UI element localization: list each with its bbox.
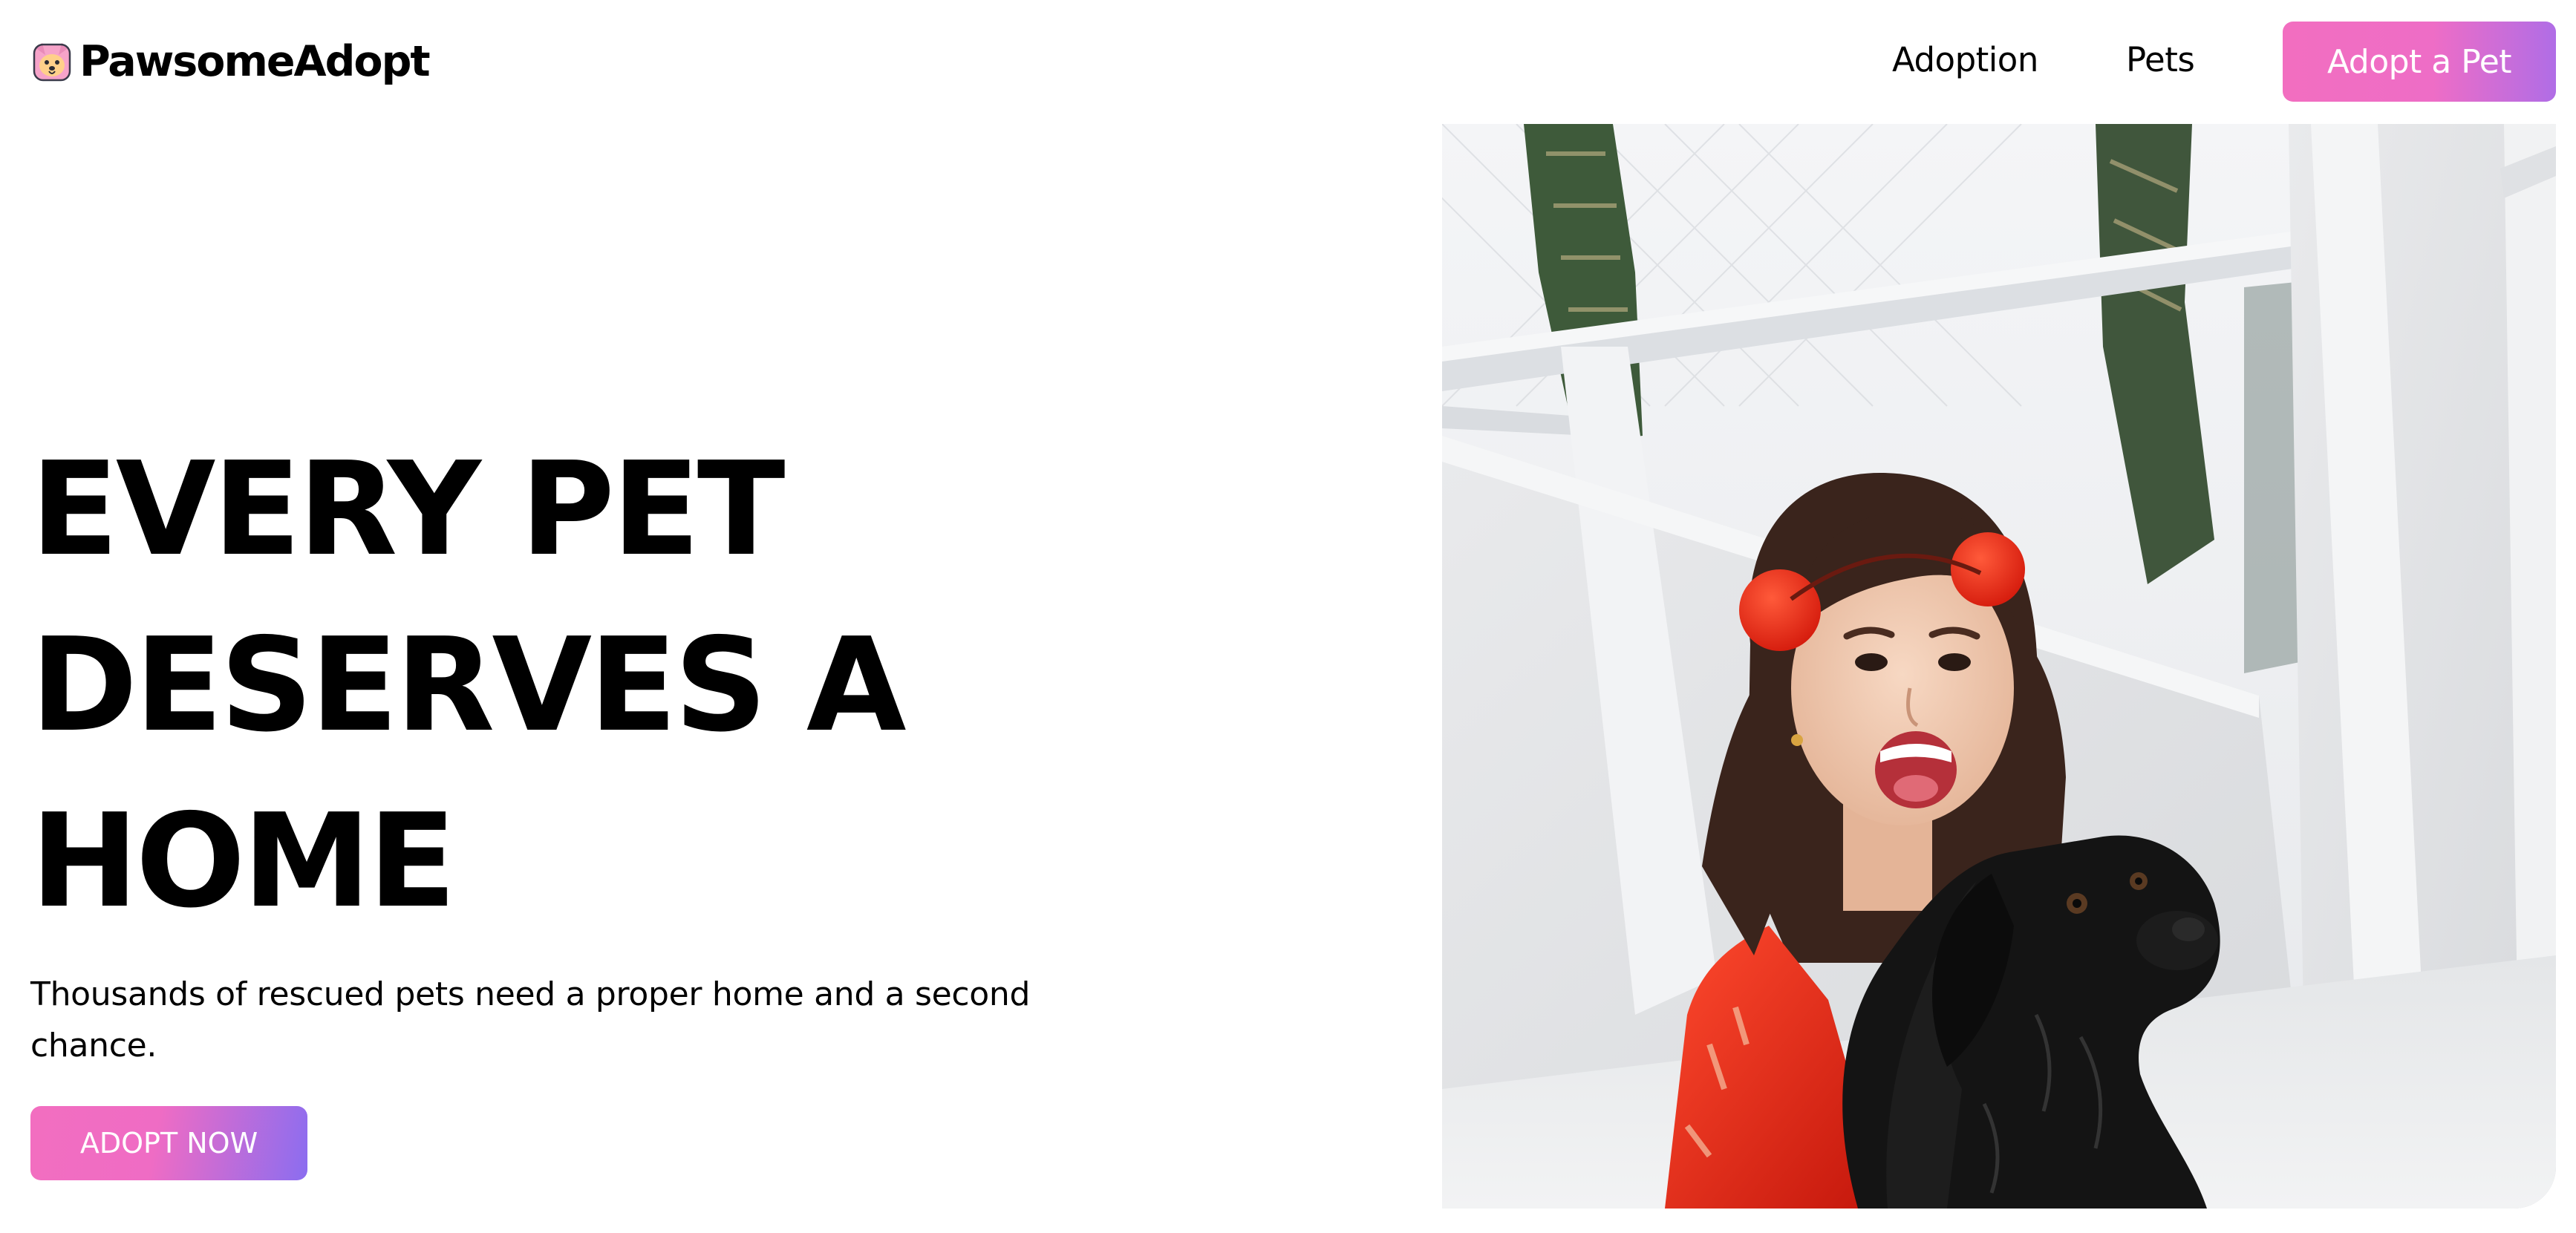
- adopt-a-pet-button[interactable]: Adopt a Pet: [2283, 22, 2556, 102]
- hero-title-line: DESERVES A: [30, 610, 907, 761]
- brand-logo[interactable]: PawsomeAdopt: [30, 36, 431, 86]
- hero-title-line: EVERY PET: [30, 434, 786, 585]
- nav-link-adoption[interactable]: Adoption: [1892, 37, 2038, 83]
- nav-link-pets[interactable]: Pets: [2126, 37, 2195, 83]
- hero-title-line: HOME: [30, 786, 457, 937]
- adopt-now-button[interactable]: ADOPT NOW: [30, 1106, 307, 1180]
- hero-subtitle: Thousands of rescued pets need a proper …: [30, 975, 1031, 1064]
- page: PawsomeAdopt Adoption Pets Adopt a Pet E…: [0, 0, 2576, 1233]
- brand-name: PawsomeAdopt: [79, 36, 431, 86]
- hero-title: EVERY PET DESERVES A HOME: [30, 422, 1144, 949]
- dog-face-icon: [30, 40, 74, 83]
- hero-image: [1442, 124, 2556, 1209]
